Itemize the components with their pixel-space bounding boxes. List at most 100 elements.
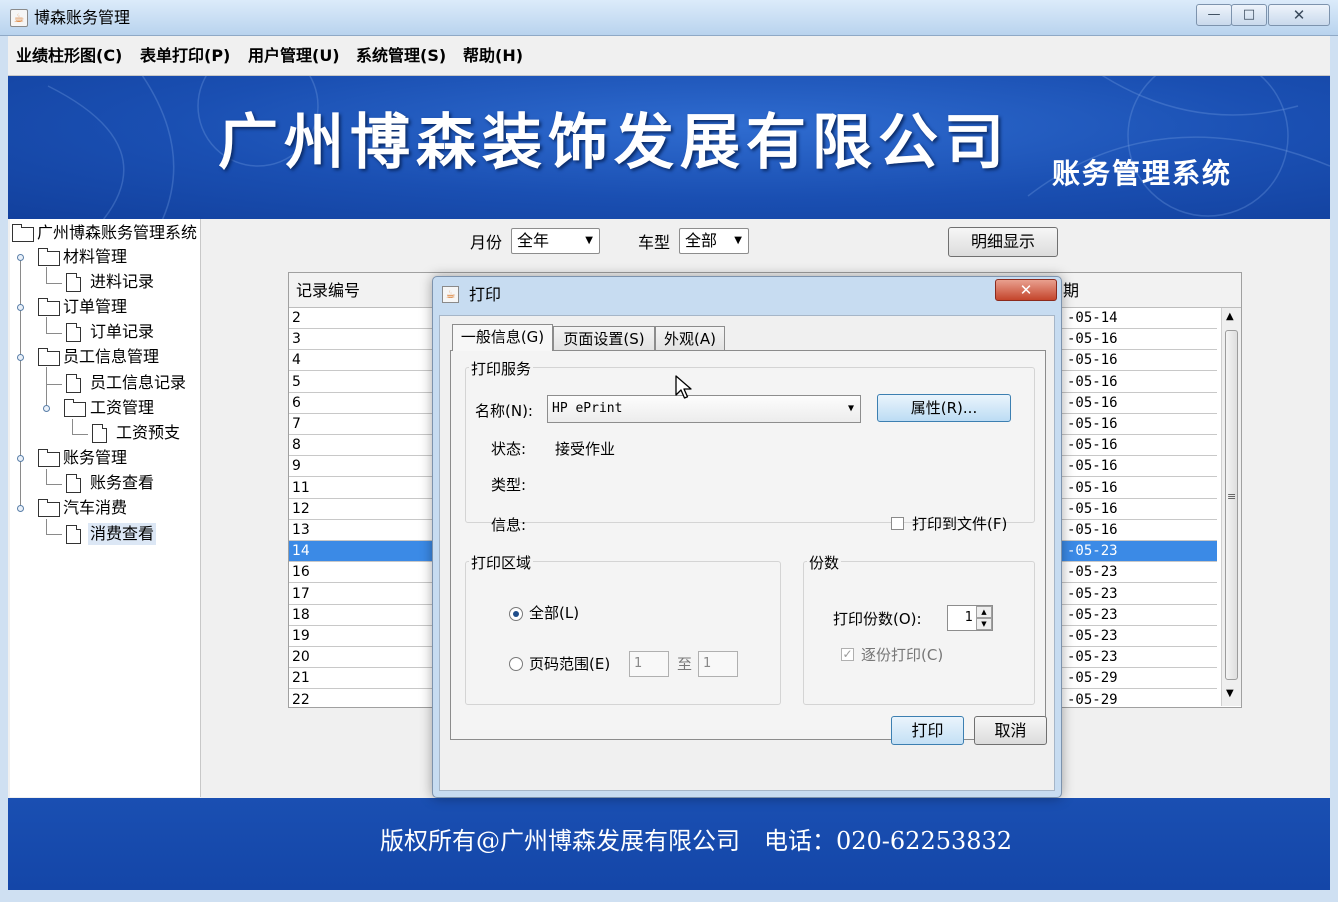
tree-connector: [46, 384, 62, 385]
tab-appearance[interactable]: 外观(A): [655, 326, 725, 351]
folder-icon: [38, 248, 60, 266]
range-pages-label[interactable]: 页码范围(E): [529, 654, 610, 674]
copyright-text: 版权所有@广州博森发展有限公司 电话：020-62253832: [380, 827, 1013, 855]
expand-handle-icon[interactable]: [17, 354, 24, 361]
print-dialog-title: 打印: [469, 285, 502, 304]
cell-date: -05-14: [1067, 310, 1118, 326]
window-bottom-border: [0, 890, 1338, 902]
tree-item-label: 进料记录: [90, 272, 155, 291]
car-type-select[interactable]: 全部 ▼: [679, 228, 749, 254]
folder-icon: [12, 224, 34, 242]
range-all-radio[interactable]: [509, 607, 523, 621]
menu-user-management[interactable]: 用户管理(U): [248, 46, 340, 66]
menu-form-print[interactable]: 表单打印(P): [140, 46, 230, 66]
java-icon: ☕: [10, 9, 28, 27]
printer-properties-button[interactable]: 属性(R)...: [877, 394, 1011, 422]
column-header-record-id[interactable]: 记录编号: [296, 281, 360, 301]
collate-checkbox: ✓: [841, 647, 854, 661]
menu-system-management[interactable]: 系统管理(S): [356, 46, 446, 66]
tree-item-label: 账务查看: [90, 473, 155, 492]
cell-date: -05-16: [1067, 331, 1118, 348]
range-pages-radio[interactable]: [509, 657, 523, 671]
tree-item-label: 汽车消费: [63, 498, 128, 517]
cell-date: -05-16: [1067, 522, 1118, 538]
print-button[interactable]: 打印: [891, 716, 964, 745]
scrollbar-thumb[interactable]: ≡: [1225, 330, 1238, 680]
tab-general[interactable]: 一般信息(G): [452, 324, 553, 351]
chevron-down-icon: ▼: [734, 235, 742, 246]
menu-performance-chart[interactable]: 业绩柱形图(C): [16, 46, 122, 66]
copies-label: 打印份数(O):: [833, 610, 922, 628]
spin-down-icon[interactable]: ▼: [976, 618, 992, 630]
expand-handle-icon[interactable]: [17, 254, 24, 261]
tree-connector: [20, 255, 21, 510]
page-from-input[interactable]: 1: [629, 651, 669, 677]
cell-date: -05-23: [1067, 543, 1118, 560]
cell-record-id: 2: [292, 310, 301, 326]
cell-date: -05-16: [1067, 352, 1118, 369]
expand-handle-icon[interactable]: [17, 455, 24, 462]
minimize-button[interactable]: —: [1196, 4, 1232, 26]
print-to-file-label[interactable]: 打印到文件(F): [912, 514, 1007, 534]
print-range-title: 打印区域: [469, 553, 534, 573]
cell-date: -05-16: [1067, 373, 1118, 390]
file-icon: [66, 273, 81, 292]
print-to-file-checkbox[interactable]: [891, 517, 904, 530]
expand-handle-icon[interactable]: [43, 405, 50, 412]
cell-record-id: 22: [292, 691, 310, 708]
close-button[interactable]: ✕: [1268, 4, 1330, 26]
print-dialog-close-button[interactable]: ✕: [995, 279, 1057, 301]
window-title: 博森账务管理: [34, 8, 131, 27]
cell-date: -05-23: [1067, 628, 1118, 644]
file-icon: [92, 424, 107, 443]
printer-select[interactable]: HP ePrint ▼: [547, 395, 861, 423]
tree-item-label-selected: 消费查看: [88, 523, 157, 545]
menu-help[interactable]: 帮助(H): [463, 46, 523, 66]
cell-record-id: 5: [292, 373, 301, 390]
tree-connector: [72, 434, 88, 435]
detail-display-button[interactable]: 明细显示: [948, 227, 1058, 257]
folder-icon: [38, 449, 60, 467]
cell-date: -05-23: [1067, 606, 1118, 623]
cell-date: -05-16: [1067, 479, 1118, 496]
cell-record-id: 19: [292, 628, 310, 644]
cell-date: -05-16: [1067, 458, 1118, 475]
company-title: 广州博森装饰发展有限公司: [218, 108, 1010, 178]
tree-connector: [46, 333, 62, 334]
column-header-date[interactable]: 期: [1063, 281, 1079, 301]
cell-record-id: 6: [292, 394, 301, 411]
cell-date: -05-29: [1067, 691, 1118, 708]
cell-record-id: 3: [292, 331, 301, 348]
scroll-down-icon[interactable]: ▼: [1226, 688, 1234, 699]
spin-up-icon[interactable]: ▲: [976, 606, 992, 618]
folder-icon: [64, 399, 86, 417]
folder-icon: [38, 298, 60, 316]
copies-spinner[interactable]: 1 ▲ ▼: [947, 605, 993, 631]
cell-date: -05-16: [1067, 394, 1118, 411]
tree-connector: [72, 419, 73, 435]
print-service-title: 打印服务: [469, 359, 534, 379]
type-label: 类型:: [491, 476, 527, 494]
print-service-group: [465, 367, 1035, 523]
cell-record-id: 11: [292, 479, 310, 496]
cell-record-id: 4: [292, 352, 301, 369]
month-select[interactable]: 全年 ▼: [511, 228, 600, 254]
tree-item-label: 材料管理: [63, 247, 128, 266]
page-to-input[interactable]: 1: [698, 651, 738, 677]
vertical-scrollbar[interactable]: ▲ ≡ ▼: [1221, 308, 1241, 706]
tree-connector: [46, 484, 62, 485]
expand-handle-icon[interactable]: [17, 505, 24, 512]
system-title: 账务管理系统: [1052, 157, 1233, 190]
cancel-button[interactable]: 取消: [974, 716, 1047, 745]
maximize-button[interactable]: □: [1231, 4, 1267, 26]
cell-date: -05-29: [1067, 670, 1118, 687]
file-icon: [66, 323, 81, 342]
window-title-bar[interactable]: ☕ 博森账务管理 — □ ✕: [0, 0, 1338, 36]
printer-select-value: HP ePrint: [552, 401, 623, 416]
expand-handle-icon[interactable]: [17, 304, 24, 311]
scroll-up-icon[interactable]: ▲: [1226, 311, 1234, 322]
tab-page-setup[interactable]: 页面设置(S): [553, 326, 655, 351]
range-all-label[interactable]: 全部(L): [529, 603, 579, 623]
print-dialog-title-bar[interactable]: ☕ 打印 ✕: [433, 277, 1061, 313]
chevron-down-icon: ▼: [847, 403, 854, 414]
